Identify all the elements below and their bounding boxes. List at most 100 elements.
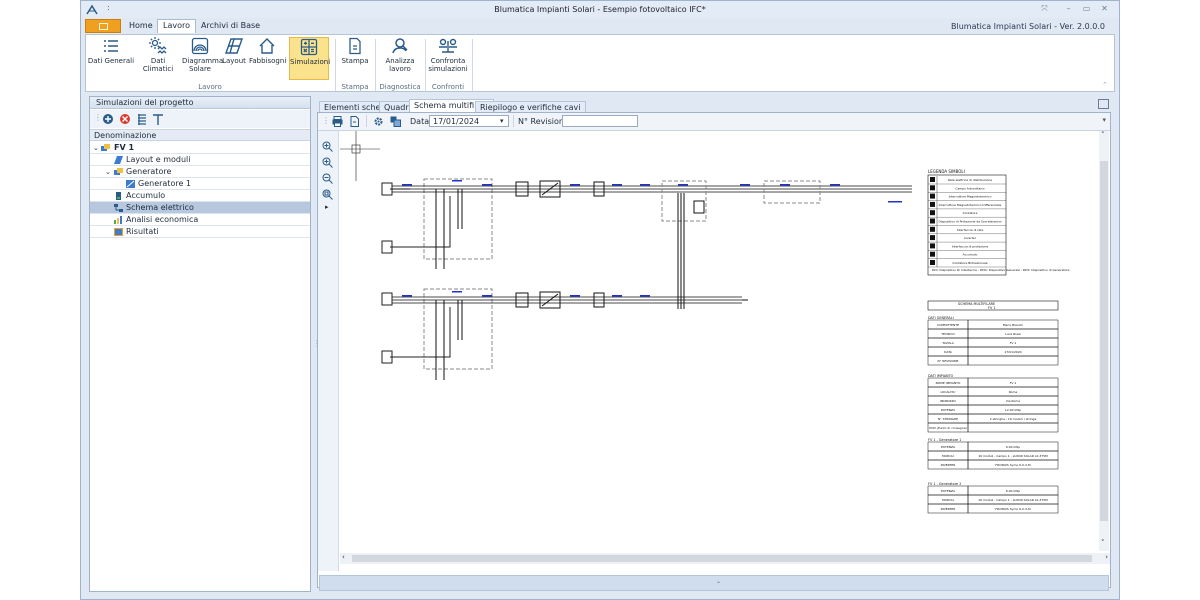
zoom-extents-icon[interactable] — [322, 189, 333, 200]
export-page-icon[interactable] — [349, 116, 360, 127]
tree-item-layout-moduli[interactable]: Layout e moduli — [90, 154, 310, 166]
economic-analysis-icon — [114, 216, 122, 224]
table-value: 17/01/2024 — [1004, 350, 1021, 354]
column-header-denominazione[interactable]: Denominazione — [90, 129, 310, 141]
layers-icon[interactable] — [390, 116, 401, 127]
close-button[interactable]: ✕ — [1099, 4, 1110, 14]
vertical-scrollbar[interactable]: ˄ ˅ — [1099, 131, 1109, 551]
scroll-thumb[interactable] — [352, 555, 1092, 562]
tree-item-generatore-1[interactable]: Generatore 1 — [90, 178, 310, 190]
expand-toolbar-icon[interactable]: ▸ — [325, 203, 329, 211]
table-key: MODULI — [942, 498, 954, 502]
scroll-left-icon[interactable]: ‹ — [342, 553, 345, 561]
solar-diagram-icon — [191, 37, 209, 55]
legend-symbol-icon — [930, 260, 935, 265]
dati-generali-button[interactable]: Dati Generali — [87, 37, 135, 65]
print-icon[interactable] — [332, 116, 343, 127]
toolbar-overflow-icon[interactable]: ▾ — [1102, 116, 1106, 124]
panel-toggle-icon[interactable] — [1098, 99, 1109, 109]
table-value: 16 moduli - Campo 1 - LUXOR SOLAR LX-375… — [978, 498, 1048, 502]
tab-home[interactable]: Home — [129, 21, 153, 30]
tree-item-accumulo[interactable]: Accumulo — [90, 190, 310, 202]
table-value-cell — [967, 422, 1059, 433]
delete-circle-icon[interactable] — [119, 113, 131, 125]
data-label: Data — [410, 117, 430, 126]
tree-item-analisi-economica[interactable]: Analisi economica — [90, 214, 310, 226]
table-key: MODULI — [942, 454, 954, 458]
house-icon — [259, 38, 275, 54]
group-lavoro-label: Lavoro — [198, 83, 222, 91]
tree-item-label: FV 1 — [114, 143, 135, 152]
tree-item-generatore[interactable]: ⌄ Generatore — [90, 166, 310, 178]
fabbisogni-button[interactable]: Fabbisogni — [249, 37, 286, 65]
tab-lavoro[interactable]: Lavoro — [157, 19, 196, 33]
legend-item-label: Accumulo — [963, 253, 978, 257]
window-title: Blumatica Impianti Solari - Esempio foto… — [494, 5, 706, 14]
data-date-field[interactable]: 17/01/2024 — [429, 115, 509, 127]
table-key: POTENZA — [941, 489, 956, 493]
stampa-button[interactable]: Stampa — [340, 37, 370, 65]
date-dropdown-icon[interactable]: ▾ — [500, 117, 504, 125]
zoom-window-icon[interactable] — [322, 141, 333, 152]
simulazioni-button[interactable]: Simulazioni — [289, 37, 330, 80]
title-bar: : Blumatica Impianti Solari - Esempio fo… — [81, 1, 1119, 18]
table-value: 6,00 kWp — [1006, 489, 1020, 493]
table-value: Roma — [1009, 390, 1018, 394]
zoom-toolbar: ▸ — [318, 131, 339, 571]
horizontal-scrollbar[interactable]: ‹ › — [340, 553, 1110, 564]
dati-climatici-button[interactable]: Dati Climatici — [136, 37, 180, 73]
confronta-simulazioni-button[interactable]: Confronta simulazioni — [427, 37, 469, 73]
tree-item-fv1[interactable]: ⌄ FV 1 — [90, 142, 310, 154]
table-value: FRONIUS Symo 6.0-3-M — [995, 507, 1031, 511]
analizza-lavoro-button[interactable]: Analizza lavoro — [378, 37, 422, 73]
ribbon-collapse-icon[interactable]: ⤧ — [1039, 4, 1050, 14]
scroll-thumb[interactable] — [1100, 161, 1108, 521]
legend-item-label: Inverter — [964, 236, 977, 240]
table-value: Luca Rossi — [1005, 332, 1021, 336]
collapse-tree-icon[interactable] — [152, 113, 164, 125]
table-value: FRONIUS Symo 6.0-3-M — [995, 463, 1031, 467]
scroll-up-icon[interactable]: ˄ — [1101, 131, 1105, 139]
maximize-button[interactable]: ▭ — [1081, 4, 1092, 14]
tree-item-risultati[interactable]: Risultati — [90, 226, 310, 238]
tree-item-schema-elettrico[interactable]: Schema elettrico — [90, 202, 310, 214]
settings-gear-icon[interactable] — [373, 116, 384, 127]
datasheet-subheader: FV 1 — [988, 306, 996, 310]
legend-symbol-icon — [930, 235, 935, 241]
list-view-icon[interactable] — [136, 113, 148, 125]
revisione-input[interactable] — [562, 115, 638, 127]
document-toolbar: ⋮ Data 17/01/2024 ▾ N° Revisione ▾ — [318, 113, 1110, 131]
scroll-right-icon[interactable]: › — [1105, 553, 1108, 561]
project-simulations-panel: Simulazioni del progetto ⋮ Denominazione… — [89, 96, 311, 592]
ribbon-expand-icon[interactable]: ⌃ — [1102, 81, 1110, 89]
zoom-in-icon[interactable] — [322, 157, 333, 168]
table-key: NOME IMPIANTO — [936, 381, 961, 385]
legend-symbol-icon — [930, 193, 935, 199]
table-key: N° STRINGHE — [938, 417, 958, 421]
pv-string-4 — [381, 307, 451, 364]
file-menu-button[interactable] — [85, 19, 121, 33]
tab-archivi-di-base[interactable]: Archivi di Base — [201, 21, 260, 30]
multiline-schema-document: ⋮ Data 17/01/2024 ▾ N° Revisione ▾ ▸ LEG… — [317, 112, 1111, 588]
legend-symbol-icon — [930, 218, 935, 224]
list-icon — [104, 40, 118, 52]
legend-box: LEGENDA SIMBOLI Rete elettrica di distri… — [927, 169, 1070, 276]
table-key: N° REVISIONE — [938, 359, 959, 363]
minimize-button[interactable]: – — [1063, 4, 1074, 14]
table-value: 12,00 kWp — [1005, 408, 1021, 412]
table-value: 2 stringhe - 16 moduli / stringa — [990, 417, 1037, 421]
collapse-chevron-icon[interactable]: ⌄ — [105, 166, 111, 178]
application-window: : Blumatica Impianti Solari - Esempio fo… — [80, 0, 1120, 600]
scroll-down-icon[interactable]: ˅ — [1101, 539, 1105, 547]
table-value-cell — [967, 355, 1059, 366]
legend-symbol-icon — [930, 226, 935, 232]
cable-labels-gen2 — [402, 291, 650, 297]
schema-canvas[interactable]: LEGENDA SIMBOLI Rete elettrica di distri… — [340, 131, 1100, 551]
collapse-chevron-icon[interactable]: ⌄ — [93, 142, 99, 154]
add-circle-icon[interactable] — [102, 113, 114, 125]
status-bar: ⌄ — [319, 575, 1109, 591]
diagramma-solare-button[interactable]: Diagramma Solare — [182, 37, 223, 73]
layout-button[interactable]: Layout — [220, 37, 248, 65]
sun-weather-icon — [149, 37, 167, 54]
zoom-out-icon[interactable] — [322, 173, 333, 184]
